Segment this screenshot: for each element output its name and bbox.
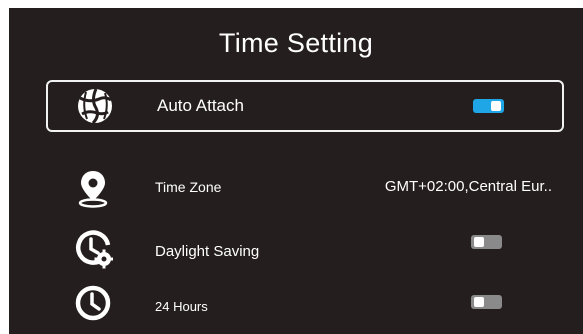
auto-attach-label: Auto Attach — [157, 96, 244, 115]
toggle-knob — [474, 297, 484, 307]
24-hours-toggle[interactable] — [471, 295, 502, 309]
menu-item-daylight-saving[interactable]: Daylight Saving — [46, 226, 564, 278]
clock-icon — [73, 284, 113, 324]
toggle-knob — [474, 237, 484, 247]
time-setting-screen: Time Setting Auto Attach Time Zone GMT+0… — [9, 8, 583, 334]
menu-item-auto-attach[interactable]: Auto Attach — [46, 80, 564, 132]
daylight-saving-label: Daylight Saving — [155, 243, 260, 260]
page-title: Time Setting — [218, 28, 374, 58]
time-zone-value: GMT+02:00,Central Eur.. — [384, 178, 552, 195]
menu-item-time-zone[interactable]: Time Zone GMT+02:00,Central Eur.. — [46, 162, 564, 214]
menu-item-24-hours[interactable]: 24 Hours — [46, 281, 564, 333]
location-pin-icon — [73, 168, 113, 208]
clock-settings-icon — [73, 229, 113, 269]
toggle-knob — [491, 101, 501, 111]
daylight-saving-toggle[interactable] — [471, 235, 502, 249]
auto-attach-toggle[interactable] — [473, 99, 504, 113]
24-hours-label: 24 Hours — [155, 299, 208, 314]
satellite-globe-icon — [75, 86, 115, 126]
time-zone-label: Time Zone — [155, 179, 222, 195]
